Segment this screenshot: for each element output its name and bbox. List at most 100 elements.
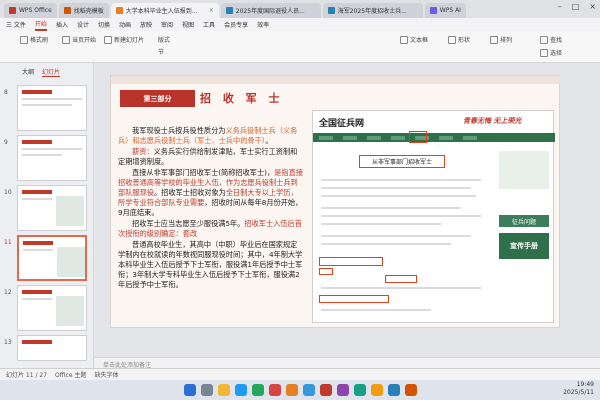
slide-number: 13 <box>4 339 12 346</box>
play-icon <box>62 35 70 44</box>
slide-thumbnail[interactable] <box>17 185 87 231</box>
minimize-icon[interactable]: – <box>558 2 562 11</box>
tab-doc-3[interactable]: 海军2025年度招收士兵... <box>322 3 423 18</box>
button-label: 查找 <box>550 37 563 44</box>
menu-transition[interactable]: 切换 <box>98 20 110 29</box>
app-icon[interactable] <box>336 384 349 396</box>
doc-icon <box>327 7 335 14</box>
start-icon[interactable] <box>183 384 196 396</box>
tab-label: 海军2025年度招收士兵... <box>337 8 407 15</box>
ppt-icon <box>115 7 123 14</box>
play-current-button[interactable]: 当页开始 <box>62 35 96 44</box>
slide-number: 10 <box>4 189 12 196</box>
menu-review[interactable]: 审阅 <box>161 20 173 29</box>
slide-counter: 幻灯片 11 / 27 <box>6 372 48 379</box>
textbox-button[interactable]: 文本框 <box>400 35 428 44</box>
maximize-icon[interactable]: □ <box>572 2 580 11</box>
theme-label[interactable]: Office 主题 <box>55 370 86 379</box>
cursor-icon <box>540 48 548 57</box>
app-icon[interactable] <box>404 384 417 396</box>
search-icon[interactable] <box>200 384 213 396</box>
highlight-box <box>319 295 389 303</box>
paragraph-salary: 薪资：义务兵实行供给制发津贴，军士实行工资制和定期增资制度。 <box>118 147 298 166</box>
highlight-box <box>385 275 417 283</box>
section-tag: 第三部分 <box>120 90 195 107</box>
menu-slideshow[interactable]: 放映 <box>140 20 152 29</box>
button-label: 当页开始 <box>72 37 97 44</box>
close-window-icon[interactable]: × <box>589 2 596 11</box>
paragraph-soldier-types: 我军现役士兵按兵役性质分为义务兵役制士兵（义务兵）和志愿兵役制士兵（军士、士兵中… <box>118 126 298 145</box>
folder-icon[interactable] <box>217 384 230 396</box>
shape-icon <box>448 35 456 44</box>
slide-number: 9 <box>4 139 8 146</box>
browser-tab-bar: WPS Office 找稻壳模板 大学本科毕业生入伍报到... × 2025年度… <box>0 0 600 18</box>
wps-icon[interactable] <box>268 384 281 396</box>
app-icon[interactable] <box>319 384 332 396</box>
app-icon[interactable] <box>285 384 298 396</box>
browser-icon[interactable] <box>234 384 247 396</box>
brush-icon <box>20 35 28 44</box>
status-bar: 幻灯片 11 / 27 Office 主题 缺失字体 <box>0 368 600 380</box>
select-button[interactable]: 选择 <box>540 48 562 57</box>
menu-member[interactable]: 会员专享 <box>224 20 248 29</box>
tab-template[interactable]: 找稻壳模板 <box>58 3 109 18</box>
app-icon[interactable] <box>370 384 383 396</box>
slide-thumbnail[interactable] <box>17 335 87 361</box>
menu-tools[interactable]: 工具 <box>203 20 215 29</box>
tab-wps-office[interactable]: WPS Office <box>4 3 57 18</box>
website-screenshot: 全国征兵网 青春无悔 无上荣光 从非军事部门招收军士 征兵问题 宣传手册 <box>312 110 555 323</box>
ai-icon <box>429 7 437 14</box>
tab-label: WPS Office <box>19 7 52 14</box>
tab-wps-ai[interactable]: WPS AI <box>424 3 466 18</box>
highlight-box <box>319 257 383 266</box>
missing-font-label[interactable]: 缺失字体 <box>94 370 118 379</box>
button-label: 排列 <box>500 37 513 44</box>
button-label: 新建幻灯片 <box>114 37 145 44</box>
menu-efficiency[interactable]: 效率 <box>257 20 269 29</box>
section-button[interactable]: 节 <box>158 47 164 56</box>
menu-home[interactable]: 开始 <box>34 19 47 31</box>
menu-view[interactable]: 视图 <box>182 20 194 29</box>
arrange-button[interactable]: 排列 <box>490 35 512 44</box>
close-icon[interactable]: × <box>209 7 214 14</box>
textbox-icon <box>400 35 408 44</box>
ribbon-toolbar: 格式刷 当页开始 新建幻灯片 版式 节 文本框 形状 排列 查找 选择 <box>0 31 600 63</box>
slide-thumbnail[interactable] <box>17 135 87 181</box>
slide-thumbnail[interactable] <box>17 285 87 331</box>
format-painter-button[interactable]: 格式刷 <box>20 35 48 44</box>
sidebar-button: 征兵问题 <box>499 215 549 227</box>
menu-animation[interactable]: 动画 <box>119 20 131 29</box>
app-icon[interactable] <box>353 384 366 396</box>
tab-current-document[interactable]: 大学本科毕业生入伍报到... × <box>110 3 219 18</box>
app-icon[interactable] <box>387 384 400 396</box>
system-clock[interactable]: 19:49 2025/5/11 <box>563 381 594 397</box>
taskbar <box>0 380 600 400</box>
tab-doc-2[interactable]: 2025年度国际退役人员... <box>220 3 321 18</box>
button-label: 形状 <box>458 37 471 44</box>
outline-tab[interactable]: 大纲 <box>22 67 34 77</box>
slide-thumbnail-pane: 大纲 幻灯片 8 9 10 11 12 13 <box>0 63 94 368</box>
shape-button[interactable]: 形状 <box>448 35 470 44</box>
slide-thumbnail[interactable] <box>17 85 87 131</box>
wechat-icon[interactable] <box>251 384 264 396</box>
button-label: 节 <box>158 49 165 56</box>
new-slide-button[interactable]: 新建幻灯片 <box>104 35 144 44</box>
highlight-box <box>409 131 427 143</box>
sidebar-banner: 宣传手册 <box>499 233 549 259</box>
slide-thumbnail-selected[interactable] <box>17 235 87 281</box>
menu-file[interactable]: 三 文件 <box>6 20 26 29</box>
notes-area[interactable]: 单击此处添加备注 <box>95 357 600 369</box>
app-icon[interactable] <box>302 384 315 396</box>
wps-logo-icon <box>9 7 16 14</box>
sidebar-panel <box>499 151 549 189</box>
clock-date: 2025/5/11 <box>563 389 594 396</box>
menu-insert[interactable]: 插入 <box>56 20 68 29</box>
layout-button[interactable]: 版式 <box>158 35 170 44</box>
arrange-icon <box>490 35 498 44</box>
slide-body-text[interactable]: 我军现役士兵按兵役性质分为义务兵役制士兵（义务兵）和志愿兵役制士兵（军士、士兵中… <box>118 126 304 291</box>
template-icon <box>63 7 71 14</box>
menu-bar: 三 文件 开始 插入 设计 切换 动画 放映 审阅 视图 工具 会员专享 效率 <box>0 18 600 31</box>
slides-tab[interactable]: 幻灯片 <box>42 67 61 77</box>
menu-design[interactable]: 设计 <box>77 20 89 29</box>
find-button[interactable]: 查找 <box>540 35 562 44</box>
